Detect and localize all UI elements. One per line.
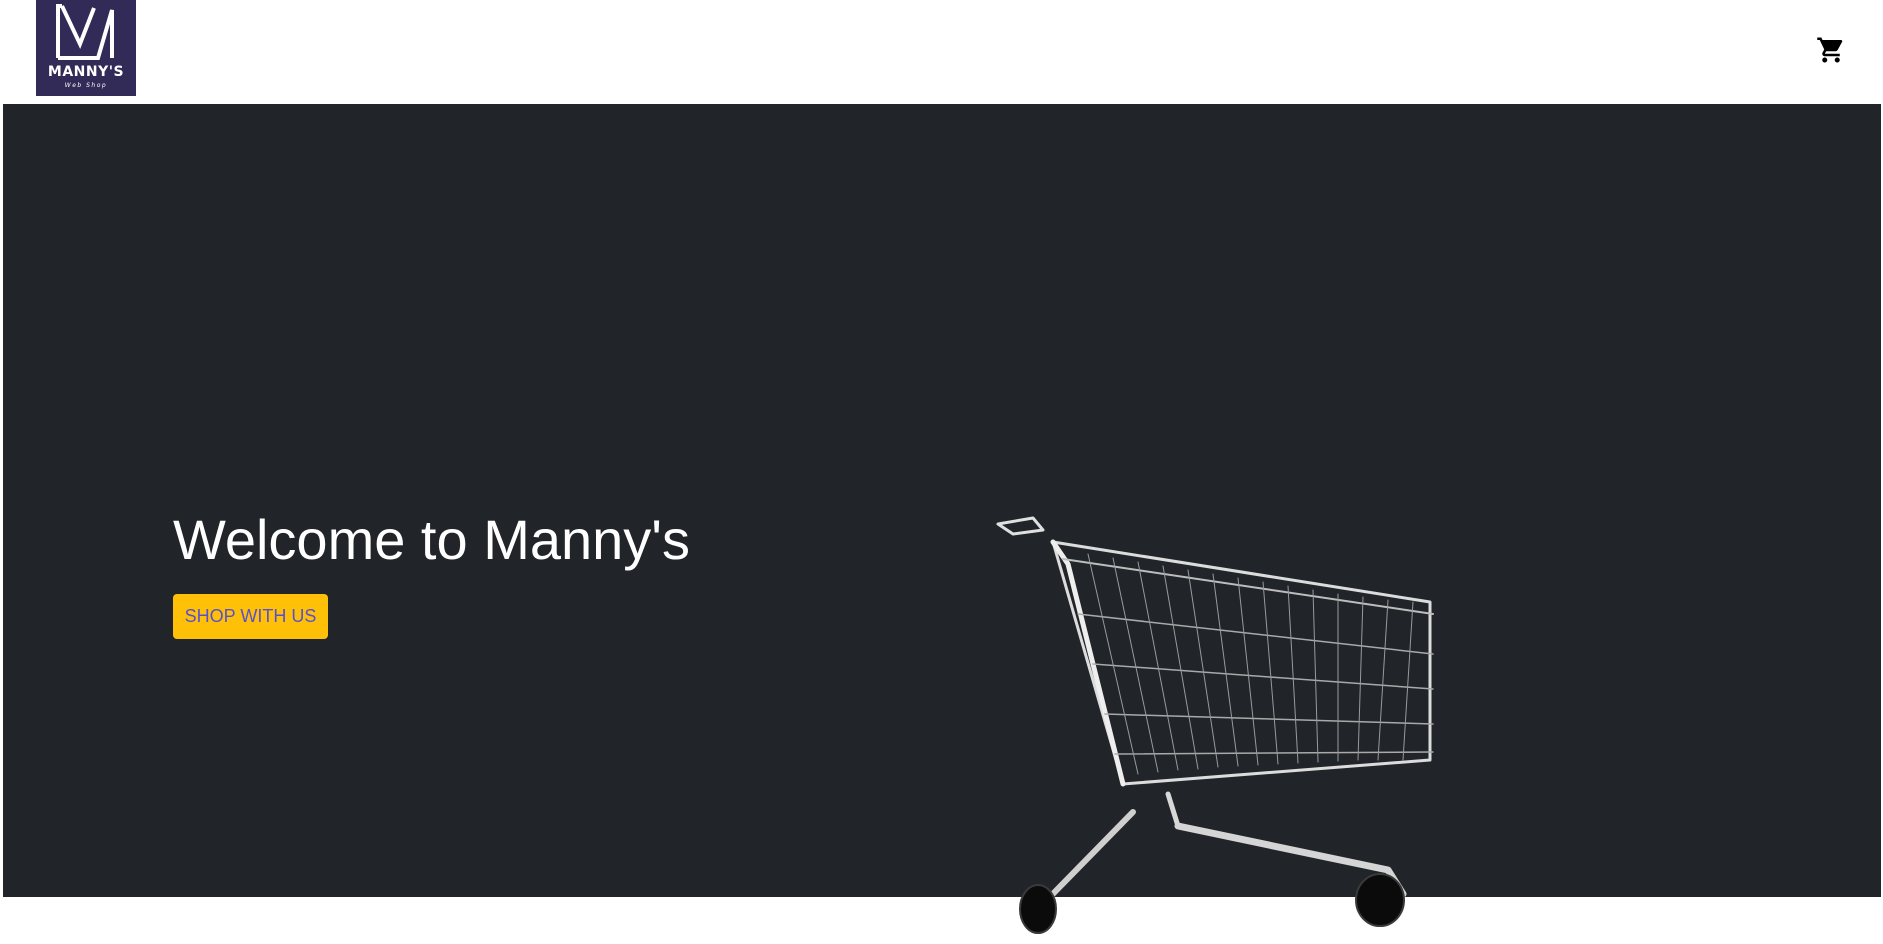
shop-with-us-button[interactable]: SHOP WITH US bbox=[173, 594, 328, 639]
navbar: MANNY'S Web Shop bbox=[0, 0, 1883, 104]
shopping-cart-icon[interactable] bbox=[1816, 35, 1846, 65]
logo-name: MANNY'S bbox=[47, 64, 125, 80]
hero-title: Welcome to Manny's bbox=[173, 508, 690, 571]
logo-subtitle: Web Shop bbox=[64, 82, 108, 89]
hero-section: Welcome to Manny's SHOP WITH US bbox=[3, 104, 1881, 934]
shopping-cart-photo bbox=[996, 516, 1434, 934]
m-logo-icon bbox=[56, 4, 114, 60]
brand-logo[interactable]: MANNY'S Web Shop bbox=[36, 0, 136, 96]
